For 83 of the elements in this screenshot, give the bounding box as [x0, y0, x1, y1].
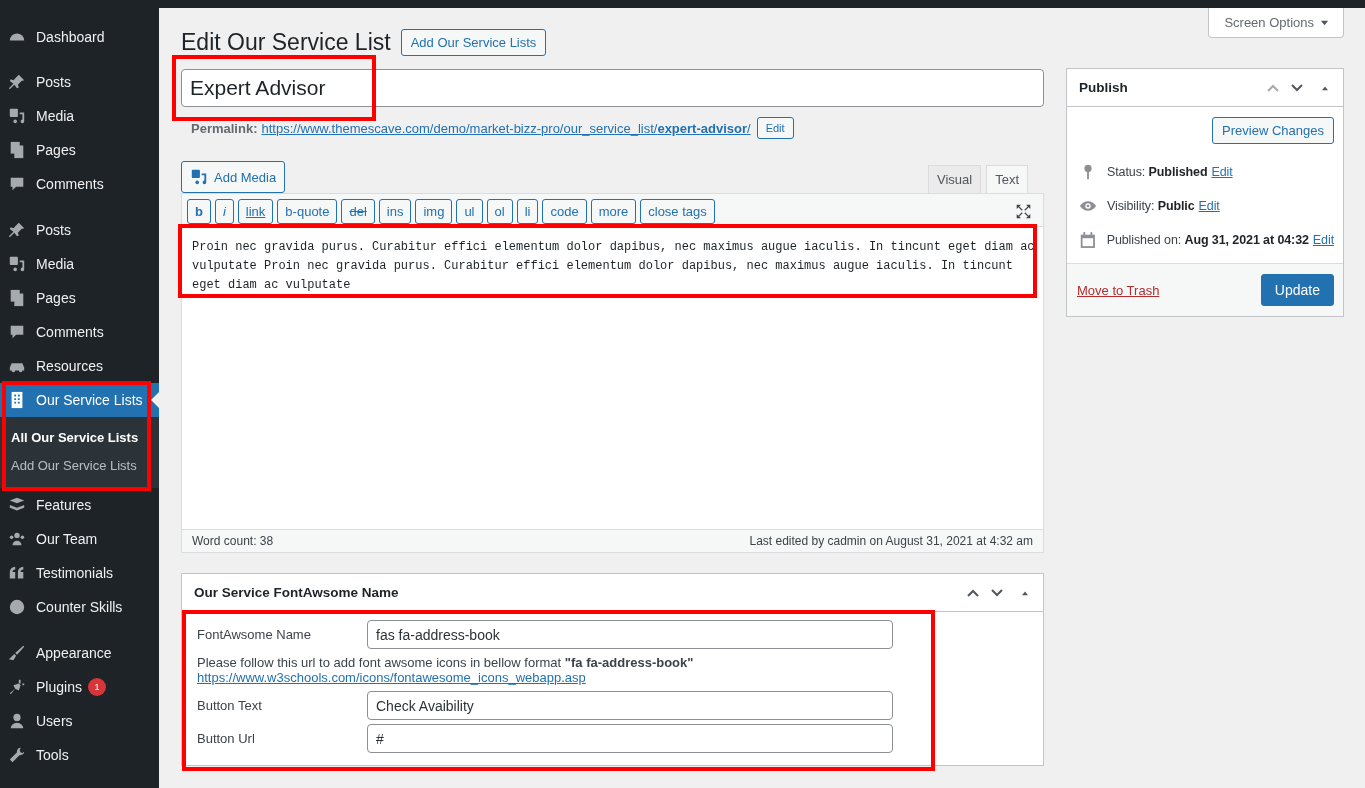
move-to-trash-link[interactable]: Move to Trash [1077, 282, 1160, 298]
add-new-button[interactable]: Add Our Service Lists [400, 29, 547, 56]
quicktag-button[interactable]: more [590, 199, 637, 224]
brush-icon [8, 644, 26, 662]
submenu-item[interactable]: Add Our Service Lists [0, 452, 159, 480]
quicktag-button[interactable]: li [516, 199, 539, 224]
quicktag-button[interactable]: code [542, 199, 587, 224]
update-button[interactable]: Update [1260, 274, 1334, 306]
media-icon [8, 107, 26, 125]
wrench-icon [8, 746, 26, 764]
editor-textarea[interactable]: Proin nec gravida purus. Curabitur effici elementum dolor dapibus, nec maximus augue iaculis. In tincunt eget diam ac vulputate Proin nec gravida purus. Curabitur effici elementum dolor dapibus, nec maximus augue iaculis. In tincunt eget diam ac vulputate [182, 227, 1043, 529]
quicktag-button[interactable]: img [415, 199, 453, 224]
add-media-button[interactable]: Add Media [181, 161, 286, 193]
editor-tab[interactable]: Text [986, 165, 1028, 193]
edit-permalink-button[interactable]: Edit [756, 117, 794, 139]
preview-changes-button[interactable]: Preview Changes [1212, 117, 1334, 144]
last-edited-text: Last edited by cadmin on August 31, 2021 at 4:32 am [749, 534, 1033, 548]
editor-tab[interactable]: Visual [927, 165, 982, 193]
pin-icon [8, 73, 26, 91]
sidebar-item[interactable]: Comments [0, 315, 159, 349]
publish-info: Status: Published [1107, 165, 1208, 179]
sidebar-item[interactable]: Tools [0, 738, 159, 772]
sidebar-item[interactable]: Our Team [0, 522, 159, 556]
sidebar-item[interactable]: Plugins 1 [0, 670, 159, 704]
quicktag-button[interactable]: i [214, 199, 234, 224]
input-field[interactable]: # [367, 724, 893, 753]
panel-title: Publish [1079, 80, 1128, 95]
sidebar-item[interactable]: Testimonials [0, 556, 159, 590]
update-count-badge: 1 [87, 678, 106, 696]
quicktag-button[interactable]: ul [456, 199, 483, 224]
title-input[interactable]: Expert Advisor [181, 69, 1044, 107]
quicktag-button[interactable]: b-quote [277, 199, 338, 224]
current-item-pointer [151, 392, 159, 408]
permalink-label: Permalink: [191, 120, 258, 136]
user-icon [8, 712, 26, 730]
sidebar-item[interactable]: Posts [0, 213, 159, 247]
sidebar-item[interactable]: Features [0, 488, 159, 522]
publish-info: Visibility: Public [1107, 199, 1195, 213]
help-text: Please follow this url to add font awsome icons in bellow format "fa fa-address-book" [197, 655, 695, 670]
sidebar-item[interactable]: Comments [0, 167, 159, 201]
help-link[interactable]: https://www.w3schools.com/icons/fontawesome_icons_webapp.asp [197, 670, 586, 685]
publish-info: Published on: Aug 31, 2021 at 04:32 [1106, 233, 1309, 247]
field-label: FontAwsome Name [197, 627, 312, 642]
pages-icon [8, 141, 26, 159]
sidebar-item[interactable]: Appearance [0, 636, 159, 670]
sidebar-item[interactable]: Media [0, 99, 159, 133]
quicktag-button[interactable]: ins [378, 199, 412, 224]
media-icon [190, 168, 208, 186]
edit-link[interactable]: Edit [1198, 199, 1220, 213]
edit-link[interactable]: Edit [1312, 233, 1334, 247]
plug-icon [8, 678, 26, 696]
sidebar-item[interactable]: Pages [0, 281, 159, 315]
media-icon [8, 255, 26, 273]
sidebar-item[interactable]: Resources [0, 349, 159, 383]
sidebar-item[interactable]: Our Service Lists [0, 383, 159, 417]
field-label: Button Text [197, 698, 263, 713]
sidebar-item[interactable]: Dashboard [0, 20, 159, 54]
input-field[interactable]: Check Avaibility [367, 691, 893, 720]
quicktag-button[interactable]: del [341, 199, 375, 224]
permalink-link[interactable]: https://www.themescave.com/demo/market-bizz-pro/our_service_list/expert-advisor/ [261, 120, 751, 136]
sidebar-item[interactable]: Media [0, 247, 159, 281]
sidebar-item[interactable]: Pages [0, 133, 159, 167]
pin-icon [8, 221, 26, 239]
sidebar-item[interactable]: Counter Skills [0, 590, 159, 624]
sidebar-item[interactable]: Users [0, 704, 159, 738]
pages-icon [8, 289, 26, 307]
submenu-item[interactable]: All Our Service Lists [0, 424, 159, 452]
caret-icon [1320, 18, 1329, 27]
word-count: Word count: 38 [192, 534, 274, 548]
input-field[interactable]: fas fa-address-book [367, 620, 893, 649]
sidebar-item[interactable]: Posts [0, 65, 159, 99]
calendar-icon [1079, 231, 1097, 249]
edit-link[interactable]: Edit [1211, 165, 1233, 179]
fullscreen-icon[interactable] [1015, 203, 1032, 220]
field-label: Button Url [197, 731, 256, 746]
quicktag-button[interactable]: close tags [640, 199, 715, 224]
quicktag-button[interactable]: link [237, 199, 274, 224]
page-heading: Edit Our Service List [181, 29, 391, 56]
screen-options-button[interactable]: Screen Options [1208, 8, 1344, 38]
quicktag-button[interactable]: ol [486, 199, 513, 224]
quicktag-button[interactable]: b [187, 199, 211, 224]
metabox-title: Our Service FontAwsome Name [194, 585, 399, 600]
people-icon [8, 530, 26, 548]
